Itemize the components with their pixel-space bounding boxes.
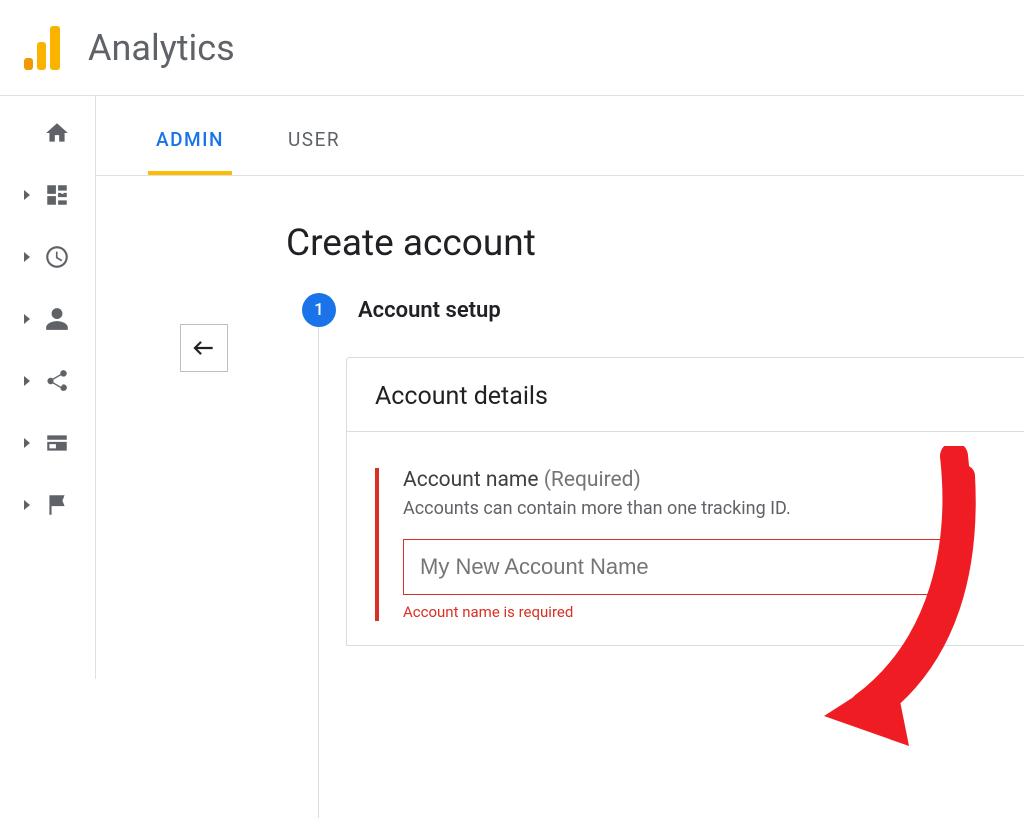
back-button[interactable] (180, 324, 228, 372)
flag-icon (44, 492, 70, 518)
app-title: Analytics (88, 27, 235, 69)
page-icon (44, 430, 70, 456)
sidebar-item-realtime[interactable] (18, 244, 78, 270)
account-name-field-block: Account name (Required) Accounts can con… (375, 468, 1024, 621)
account-details-card: Account details Account name (Required) … (346, 357, 1024, 646)
expand-icon (24, 376, 30, 386)
sidebar-item-home[interactable] (18, 120, 78, 146)
main-region: ADMIN USER Create account 1 Account setu… (96, 96, 1024, 679)
sidebar-item-acquisition[interactable] (18, 368, 78, 394)
tabs: ADMIN USER (96, 96, 1024, 176)
field-label-text: Account name (403, 468, 539, 492)
home-icon (44, 120, 70, 146)
page-title: Create account (286, 222, 1024, 265)
app-header: Analytics (0, 0, 1024, 96)
step-row-1: 1 Account setup (302, 293, 1024, 327)
card-body: Account name (Required) Accounts can con… (347, 432, 1024, 645)
account-name-error: Account name is required (403, 603, 1024, 621)
sidebar-item-customization[interactable] (18, 182, 78, 208)
content: Create account 1 Account setup Account d… (96, 176, 1024, 646)
person-icon (44, 306, 70, 332)
sidebar-item-behavior[interactable] (18, 430, 78, 456)
tab-user[interactable]: USER (288, 128, 340, 175)
step-label: Account setup (358, 298, 501, 323)
share-icon (44, 368, 70, 394)
field-required-hint: (Required) (544, 468, 641, 492)
account-name-input[interactable] (403, 539, 943, 595)
sidebar (0, 96, 96, 679)
sidebar-item-audience[interactable] (18, 306, 78, 332)
expand-icon (24, 438, 30, 448)
expand-icon (24, 500, 30, 510)
tab-admin[interactable]: ADMIN (156, 128, 224, 175)
sidebar-item-conversions[interactable] (18, 492, 78, 518)
clock-icon (44, 244, 70, 270)
account-name-help: Accounts can contain more than one track… (403, 498, 1024, 519)
expand-icon (24, 314, 30, 324)
dashboard-plus-icon (44, 182, 70, 208)
stepper-line (318, 318, 319, 818)
expand-icon (24, 252, 30, 262)
card-header: Account details (347, 358, 1024, 432)
expand-icon (24, 190, 30, 200)
back-arrow-icon (191, 339, 217, 357)
step-number-badge: 1 (302, 293, 336, 327)
analytics-logo-icon (24, 26, 60, 70)
account-name-label: Account name (Required) (403, 468, 1024, 492)
